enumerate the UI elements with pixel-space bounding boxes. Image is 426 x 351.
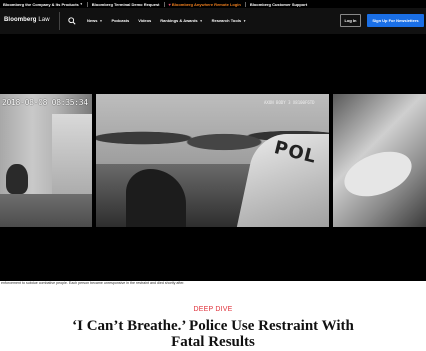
utility-link-support[interactable]: Bloomberg Customer Support bbox=[250, 2, 307, 7]
hero-video[interactable]: 2018-08-08 08:35:34 PM POL AXON BODY 3 X… bbox=[0, 34, 426, 281]
site-logo[interactable]: Bloomberg Law bbox=[4, 17, 50, 23]
nav-item-news[interactable]: News ▼ bbox=[87, 18, 102, 23]
utility-link-terminal-demo[interactable]: Bloomberg Terminal Demo Request bbox=[92, 2, 160, 7]
search-icon[interactable] bbox=[68, 17, 76, 25]
utility-bar: Bloomberg the Company & Its Products ▼ B… bbox=[0, 0, 426, 8]
floor bbox=[0, 194, 92, 227]
utility-link-company[interactable]: Bloomberg the Company & Its Products bbox=[3, 2, 79, 7]
nav-item-videos[interactable]: Videos bbox=[138, 18, 151, 23]
nav-divider bbox=[59, 12, 60, 30]
nav-item-research-tools[interactable]: Research Tools ▼ bbox=[212, 18, 246, 23]
logo-main: Bloomberg bbox=[4, 17, 37, 23]
chevron-down-icon: ▼ bbox=[99, 18, 103, 23]
nav-item-label: Podcasts bbox=[111, 18, 130, 23]
nav-item-podcasts[interactable]: Podcasts bbox=[111, 18, 129, 23]
main-nav: Bloomberg Law News ▼ Podcasts Videos Ran… bbox=[0, 8, 426, 34]
chevron-down-icon: ▼ bbox=[199, 18, 203, 23]
logo-sub: Law bbox=[38, 17, 50, 23]
article-kicker[interactable]: DEEP DIVE bbox=[0, 306, 426, 313]
nav-item-label: News bbox=[87, 18, 98, 23]
utility-link-anywhere[interactable]: Bloomberg Anywhere Remote Login bbox=[172, 2, 241, 7]
nav-item-label: Videos bbox=[138, 18, 152, 23]
article-headline: ‘I Can’t Breathe.’ Police Use Restraint … bbox=[72, 318, 354, 350]
divider bbox=[163, 1, 165, 7]
bodycam-overlay: AXON BODY 3 X8100F6TD bbox=[264, 100, 315, 105]
heart-icon: ♥ bbox=[168, 1, 171, 7]
video-panel-center: POL AXON BODY 3 X8100F6TD bbox=[96, 94, 329, 227]
person-figure bbox=[6, 164, 28, 194]
video-panel-right bbox=[333, 94, 426, 227]
newsletter-signup-button[interactable]: Sign Up For Newsletters bbox=[367, 14, 424, 27]
video-timestamp: 2018-08-08 08:35:34 PM bbox=[2, 98, 92, 107]
nav-item-label: Research Tools bbox=[211, 18, 242, 23]
login-button[interactable]: Log In bbox=[340, 14, 361, 27]
nav-item-label: Rankings & Awards bbox=[160, 18, 198, 23]
divider bbox=[244, 1, 246, 7]
chevron-down-icon: ▼ bbox=[243, 18, 247, 23]
video-panel-left: 2018-08-08 08:35:34 PM bbox=[0, 94, 92, 227]
divider bbox=[86, 1, 88, 7]
chevron-down-icon: ▼ bbox=[79, 2, 83, 6]
nav-menu: News ▼ Podcasts Videos Rankings & Awards… bbox=[87, 18, 246, 23]
video-caption: enforcement to subdue combative people. … bbox=[1, 281, 185, 285]
nav-item-rankings[interactable]: Rankings & Awards ▼ bbox=[160, 18, 202, 23]
